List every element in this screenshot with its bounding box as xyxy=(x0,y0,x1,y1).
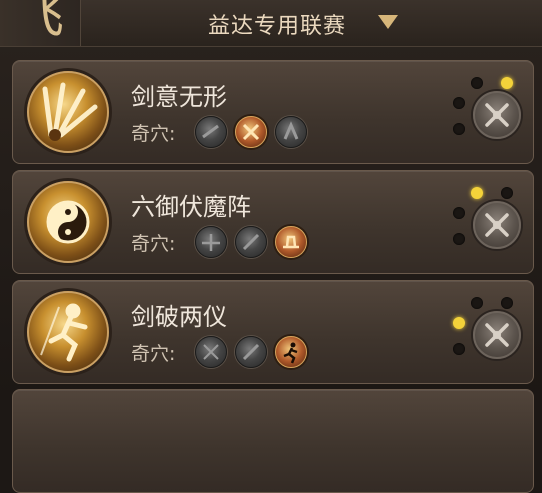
build-title: 剑破两仪 xyxy=(131,303,227,331)
dark-talent-icon[interactable] xyxy=(235,226,267,258)
league-filter-label: 益达专用联赛 xyxy=(208,14,347,39)
build-card-4-partial[interactable] xyxy=(12,389,534,493)
build-slot-dot xyxy=(453,207,465,219)
talent-label: 奇穴: xyxy=(131,233,176,255)
build-card-3[interactable]: 剑破两仪 奇穴: xyxy=(12,280,534,384)
build-slot-dot xyxy=(501,297,513,309)
talent-label: 奇穴: xyxy=(131,343,176,365)
build-slot-dot xyxy=(453,123,465,135)
running-figure-talent-icon[interactable] xyxy=(275,336,307,368)
talent-build-screen: 飞 益达专用联赛 剑意无形 奇穴: 六御伏魔阵 奇穴: 剑破两仪 奇穴: xyxy=(0,0,542,493)
logo-glyph: 飞 xyxy=(12,0,65,46)
triangle-down-icon xyxy=(378,15,398,29)
hat-talent-icon[interactable] xyxy=(275,226,307,258)
dark-talent-icon[interactable] xyxy=(195,226,227,258)
dark-talent-icon[interactable] xyxy=(235,336,267,368)
build-slot-dot xyxy=(471,77,483,89)
build-slot-dot xyxy=(453,233,465,245)
build-slot-dot-active xyxy=(501,77,513,89)
crossed-blades-talent-icon[interactable] xyxy=(235,116,267,148)
build-title: 六御伏魔阵 xyxy=(131,193,251,221)
header-bar: 飞 益达专用联赛 xyxy=(0,0,542,47)
dark-talent-icon[interactable] xyxy=(195,336,227,368)
build-slot-dot-active xyxy=(471,187,483,199)
build-slot-dot xyxy=(453,343,465,355)
build-slot-dot xyxy=(453,97,465,109)
build-card-1[interactable]: 剑意无形 奇穴: xyxy=(12,60,534,164)
crossed-swords-icon[interactable] xyxy=(473,91,521,139)
talent-label: 奇穴: xyxy=(131,123,176,145)
taiji-icon xyxy=(27,181,109,263)
sect-logo: 飞 xyxy=(0,0,81,46)
league-filter-dropdown[interactable]: 益达专用联赛 xyxy=(180,6,424,39)
crossed-swords-icon[interactable] xyxy=(473,201,521,249)
dark-talent-icon[interactable] xyxy=(275,116,307,148)
sword-fan-icon xyxy=(27,71,109,153)
dark-talent-icon[interactable] xyxy=(195,116,227,148)
leaping-figure-icon xyxy=(27,291,109,373)
build-title: 剑意无形 xyxy=(131,83,227,111)
crossed-swords-icon[interactable] xyxy=(473,311,521,359)
build-slot-dot-active xyxy=(453,317,465,329)
build-card-2[interactable]: 六御伏魔阵 奇穴: xyxy=(12,170,534,274)
build-slot-dot xyxy=(471,297,483,309)
build-slot-dot xyxy=(501,187,513,199)
